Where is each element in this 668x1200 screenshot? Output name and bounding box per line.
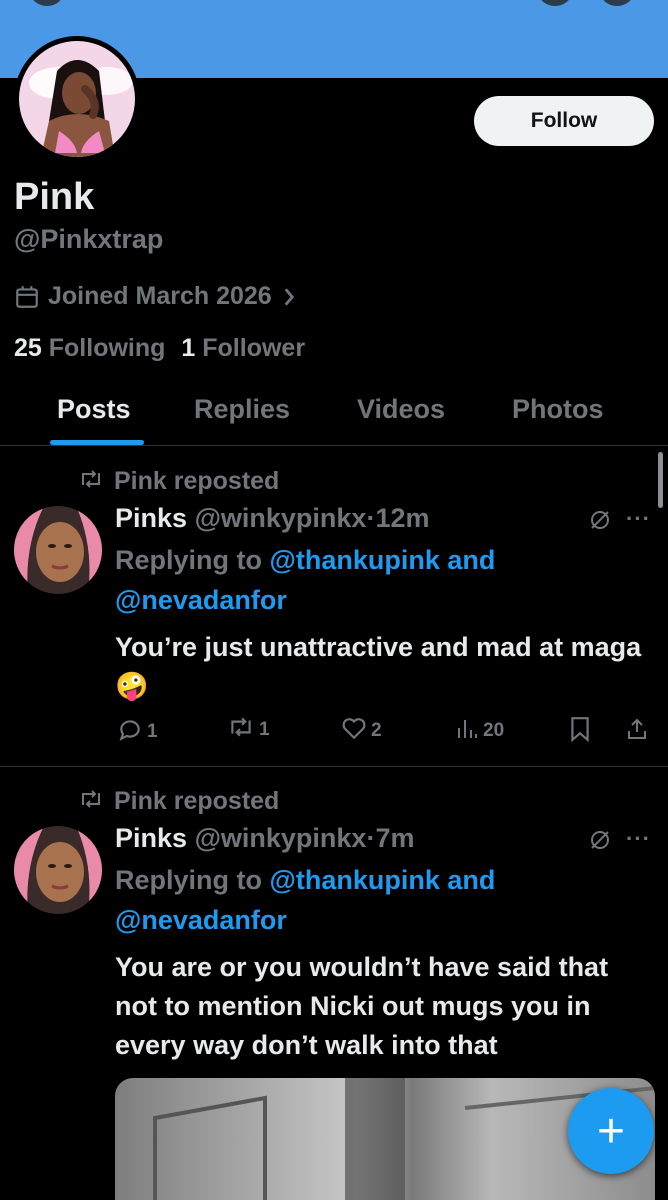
author-name[interactable]: Pinks — [115, 823, 187, 853]
author-handle[interactable]: @winkypinkx — [195, 503, 367, 533]
replying-to: Replying to @thankupink and @nevadanfor — [115, 860, 655, 940]
and-text: and — [447, 545, 496, 575]
active-tab-indicator — [50, 440, 144, 445]
post-divider — [0, 766, 668, 767]
compose-post-button[interactable]: + — [568, 1088, 654, 1174]
mention-link[interactable]: @thankupink — [270, 545, 440, 575]
author-handle[interactable]: @winkypinkx — [195, 823, 367, 853]
joined-date[interactable]: Joined March 2026 — [14, 282, 298, 311]
like-button[interactable]: 2 — [341, 716, 382, 746]
mention-link[interactable]: @nevadanfor — [115, 905, 287, 935]
follow-button[interactable]: Follow — [474, 96, 654, 146]
chevron-right-icon — [280, 286, 298, 308]
views-icon — [455, 716, 479, 746]
replying-prefix: Replying to — [115, 545, 262, 575]
grok-icon[interactable] — [588, 828, 612, 857]
profile-display-name: Pink — [14, 176, 95, 218]
post-time[interactable]: 12m — [375, 503, 429, 533]
post-header: Pinks @winkypinkx·12m — [115, 503, 429, 534]
tab-replies[interactable]: Replies — [194, 394, 290, 425]
profile-avatar[interactable] — [14, 36, 140, 162]
views-count: 20 — [483, 720, 505, 741]
calendar-icon — [14, 284, 40, 310]
avatar[interactable] — [14, 506, 102, 594]
and-text: and — [447, 865, 496, 895]
avatar[interactable] — [14, 826, 102, 914]
tab-photos[interactable]: Photos — [512, 394, 604, 425]
follow-counts: 25 Following 1 Follower — [14, 334, 305, 363]
search-icon[interactable] — [538, 0, 572, 6]
more-options-icon[interactable] — [600, 0, 634, 6]
repost-indicator: Pink reposted — [78, 467, 279, 496]
reply-button[interactable]: 1 — [117, 716, 158, 748]
profile-handle: @Pinkxtrap — [14, 224, 164, 254]
tab-videos[interactable]: Videos — [357, 394, 445, 425]
followers-label: Follower — [202, 334, 306, 362]
post-actions: 1 1 2 20 — [115, 716, 655, 750]
repost-icon — [78, 787, 104, 816]
more-icon[interactable]: ··· — [626, 506, 651, 532]
bookmark-button[interactable] — [569, 716, 591, 748]
views-button[interactable]: 20 — [455, 716, 504, 746]
post-text: You are or you wouldn’t have said that n… — [115, 952, 609, 1060]
avatar-image — [19, 41, 135, 157]
mention-link[interactable]: @thankupink — [270, 865, 440, 895]
profile-tabs: Posts Replies Videos Photos — [0, 380, 668, 446]
replying-to: Replying to @thankupink and @nevadanfor — [115, 540, 655, 620]
back-icon[interactable] — [30, 0, 64, 6]
repost-indicator: Pink reposted — [78, 787, 279, 816]
following-count: 25 — [14, 334, 42, 362]
share-button[interactable] — [625, 716, 649, 748]
repost-count: 1 — [259, 719, 270, 740]
repost-button[interactable]: 1 — [227, 716, 270, 744]
repost-icon — [227, 716, 255, 744]
repost-label: Pink reposted — [114, 787, 280, 815]
tab-posts[interactable]: Posts — [57, 394, 131, 425]
share-icon — [625, 716, 649, 748]
heart-icon — [341, 716, 367, 746]
mention-link[interactable]: @nevadanfor — [115, 585, 287, 615]
post-text: You’re just unattractive and mad at maga… — [115, 632, 642, 701]
reply-icon — [117, 716, 143, 748]
following-link[interactable]: 25 Following — [14, 334, 165, 363]
like-count: 2 — [371, 720, 382, 741]
joined-text: Joined March 2026 — [48, 282, 272, 310]
followers-link[interactable]: 1 Follower — [181, 334, 305, 363]
repost-icon — [78, 467, 104, 496]
reply-count: 1 — [147, 721, 158, 742]
post-time[interactable]: 7m — [375, 823, 414, 853]
bookmark-icon — [569, 716, 591, 748]
grok-icon[interactable] — [588, 508, 612, 537]
more-icon[interactable]: ··· — [626, 826, 651, 852]
replying-prefix: Replying to — [115, 865, 262, 895]
scrollbar[interactable] — [658, 452, 663, 508]
author-name[interactable]: Pinks — [115, 503, 187, 533]
post-header: Pinks @winkypinkx·7m — [115, 823, 414, 854]
repost-label: Pink reposted — [114, 467, 280, 495]
followers-count: 1 — [181, 334, 196, 362]
following-label: Following — [48, 334, 166, 362]
